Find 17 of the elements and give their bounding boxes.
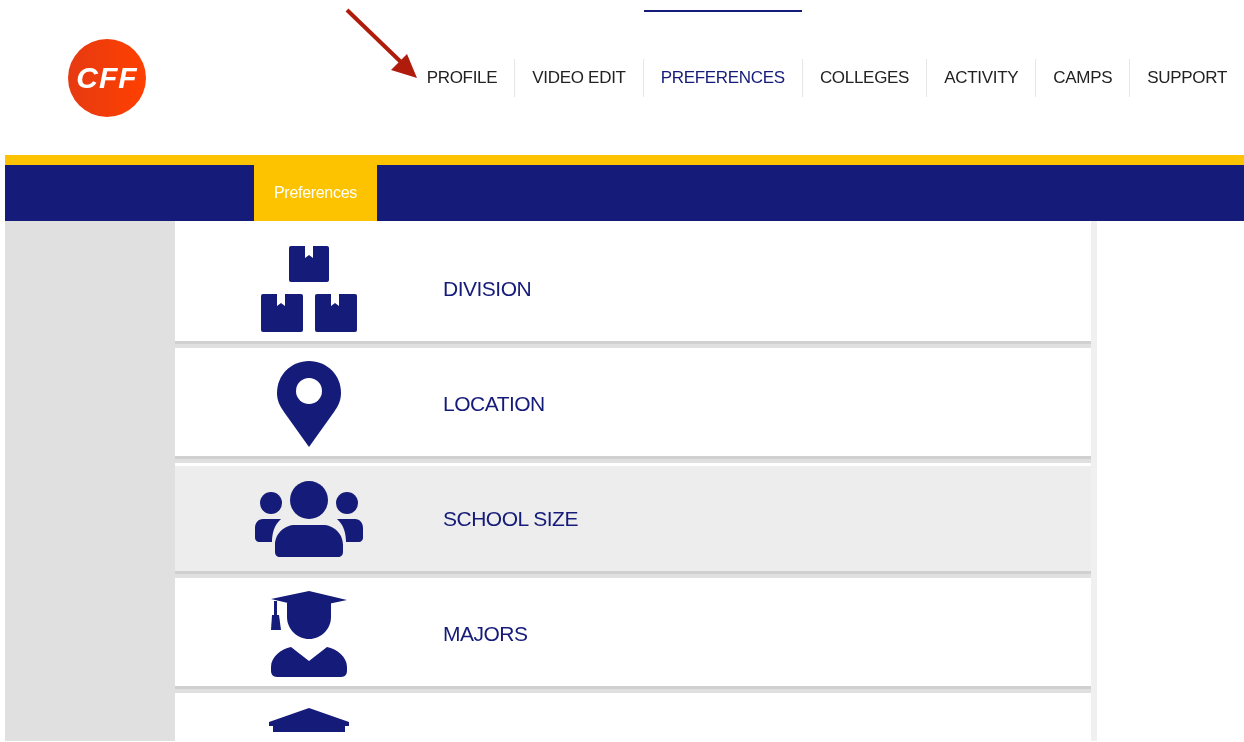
nav-link[interactable]: PREFERENCES	[642, 58, 802, 97]
nav-link[interactable]: ACTIVITY	[926, 58, 1036, 97]
preference-label: MAJORS	[443, 621, 528, 646]
location-pin-icon	[277, 360, 341, 447]
nav-link[interactable]: SUPPORT	[1129, 58, 1244, 97]
preference-label: SCHOOL SIZE	[443, 506, 578, 531]
graduate-icon	[271, 590, 347, 677]
preference-label: DIVISION	[443, 276, 532, 301]
logo[interactable]: CFF	[68, 38, 146, 117]
nav-link[interactable]: CAMPS	[1035, 58, 1130, 97]
nav-link[interactable]: PROFILE	[409, 58, 515, 97]
people-group-icon	[255, 480, 363, 557]
preference-label: LOCATION	[443, 391, 545, 416]
boxes-icon	[261, 245, 357, 332]
nav-link[interactable]: VIDEO EDIT	[514, 58, 643, 97]
nav-link[interactable]: COLLEGES	[801, 58, 927, 97]
building-roof-icon	[269, 708, 349, 732]
